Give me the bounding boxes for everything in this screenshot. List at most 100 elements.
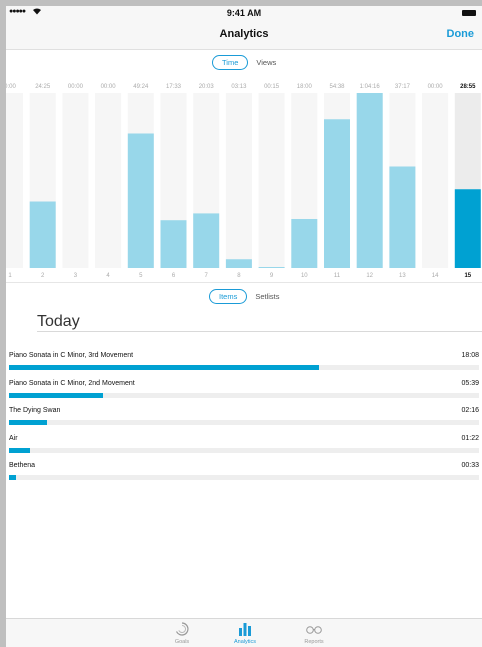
item-progress-track (9, 392, 479, 398)
chart-value-label-1: 0:00 (6, 84, 16, 90)
chart-value-label-11: 54:38 (329, 84, 345, 90)
battery-icon (462, 10, 476, 16)
chart-bar-10 (291, 218, 318, 268)
list-item[interactable]: Air 01:22 (9, 435, 479, 463)
chart-canvas: 0:00 1 24:25 2 00:00 3 00:00 4 49:24 5 17:33 6 20:03… (6, 84, 481, 278)
daily-time-chart: 0:00 1 24:25 2 00:00 3 00:00 4 49:24 5 17:33 6 20:03… (6, 78, 482, 278)
chart-bar-7 (193, 213, 220, 268)
done-button[interactable]: Done (447, 28, 475, 40)
chart-value-label-10: 18:00 (297, 84, 313, 90)
chart-day-label-1: 1 (8, 273, 12, 278)
chart-column-4[interactable] (95, 93, 122, 268)
section-divider (37, 331, 482, 332)
chart-bar-6 (160, 220, 187, 268)
item-duration: 05:39 (461, 379, 479, 387)
chart-bar-9 (258, 267, 285, 268)
chart-bar-15 (454, 189, 481, 268)
item-duration: 00:33 (461, 462, 479, 469)
status-time: 9:41 AM (226, 8, 262, 18)
chart-value-label-6: 17:33 (166, 84, 182, 90)
list-item[interactable]: The Dying Swan 02:16 (9, 407, 479, 435)
item-name: Piano Sonata in C Minor, 2nd Movement (9, 379, 135, 387)
item-name: Piano Sonata in C Minor, 3rd Movement (9, 352, 134, 359)
tab-analytics[interactable]: Analytics (215, 621, 275, 645)
item-progress-fill (9, 475, 17, 480)
chart-value-label-13: 37:17 (395, 84, 411, 90)
item-progress-fill (9, 365, 320, 370)
chart-day-label-13: 13 (399, 273, 406, 278)
chart-day-label-9: 9 (270, 273, 274, 278)
item-progress-track (9, 420, 479, 425)
item-duration: 18:08 (461, 352, 479, 359)
item-progress-fill (9, 392, 103, 398)
item-progress-track (9, 365, 479, 370)
tab-goals[interactable]: Goals (152, 621, 212, 645)
chart-day-label-10: 10 (301, 273, 308, 278)
chart-day-label-5: 5 (139, 273, 143, 278)
chart-bar-8 (225, 259, 252, 268)
item-progress-track (9, 447, 479, 453)
chart-day-label-8: 8 (237, 273, 241, 278)
chart-divider (6, 282, 482, 283)
chart-column-8[interactable] (225, 93, 252, 268)
list-item[interactable]: Piano Sonata in C Minor, 2nd Movement 05:… (9, 380, 479, 408)
tab-bar: Goals Analytics Reports (6, 618, 482, 647)
list-item[interactable]: Bethena 00:33 (9, 462, 479, 490)
item-progress-track (9, 475, 479, 480)
list-mode-switch: Items Setlists (209, 288, 280, 304)
items-list: Piano Sonata in C Minor, 3rd Movement 18:… (9, 352, 479, 490)
item-name: Air (9, 434, 18, 442)
item-duration: 02:16 (461, 407, 479, 414)
tab-reports[interactable]: Reports (284, 621, 344, 645)
bar-chart-icon (215, 621, 275, 637)
time-tab[interactable]: Time (212, 54, 249, 70)
chart-value-label-12: 1:04:16 (360, 84, 381, 90)
goals-ring-icon (152, 621, 212, 637)
chart-day-label-7: 7 (205, 273, 209, 278)
chart-day-label-2: 2 (41, 273, 45, 278)
views-tab[interactable]: Views (256, 58, 276, 67)
section-title: Today (37, 313, 80, 330)
status-bar: ●●●●● 9:41 AM (6, 6, 482, 20)
chart-column-3[interactable] (62, 93, 89, 268)
chart-value-label-7: 20:03 (199, 84, 215, 90)
chart-value-label-2: 24:25 (35, 84, 51, 90)
chart-value-label-3: 00:00 (68, 84, 84, 90)
tab-analytics-label: Analytics (233, 639, 256, 645)
tab-reports-label: Reports (304, 639, 324, 645)
chart-value-label-14: 00:00 (428, 84, 444, 90)
list-item[interactable]: Piano Sonata in C Minor, 3rd Movement 18:… (9, 352, 479, 380)
page-title: Analytics (219, 28, 269, 40)
chart-bar-5 (127, 133, 154, 268)
chart-day-label-15: 15 (464, 273, 471, 278)
chart-day-label-14: 14 (432, 273, 439, 278)
navigation-bar: Analytics Done (6, 20, 482, 50)
chart-value-label-8: 03:13 (231, 84, 247, 90)
chart-bar-2 (29, 201, 56, 268)
glasses-icon (284, 621, 344, 637)
chart-day-label-3: 3 (74, 273, 78, 278)
chart-value-label-15: 28:55 (460, 84, 476, 90)
chart-day-label-12: 12 (366, 273, 373, 278)
chart-mode-switch: Time Views (212, 54, 276, 70)
item-name: The Dying Swan (9, 407, 61, 414)
chart-column-9[interactable] (258, 93, 285, 268)
item-progress-fill (9, 420, 47, 425)
chart-day-label-11: 11 (334, 273, 341, 278)
screen: ●●●●● 9:41 AM Analytics Done Time Views … (6, 6, 482, 647)
setlists-tab[interactable]: Setlists (255, 292, 279, 301)
items-tab[interactable]: Items (209, 288, 248, 304)
chart-bar-12 (356, 93, 383, 268)
chart-value-label-4: 00:00 (101, 84, 117, 90)
item-progress-fill (9, 447, 31, 453)
chart-value-label-5: 49:24 (133, 84, 149, 90)
tab-goals-label: Goals (174, 639, 190, 645)
chart-day-label-6: 6 (172, 273, 176, 278)
item-duration: 01:22 (461, 434, 479, 442)
chart-day-label-4: 4 (106, 273, 110, 278)
chart-bar-11 (324, 119, 350, 268)
chart-bar-13 (389, 166, 416, 268)
chart-column-1[interactable] (6, 93, 23, 268)
chart-column-14[interactable] (422, 93, 449, 268)
item-name: Bethena (9, 462, 36, 469)
